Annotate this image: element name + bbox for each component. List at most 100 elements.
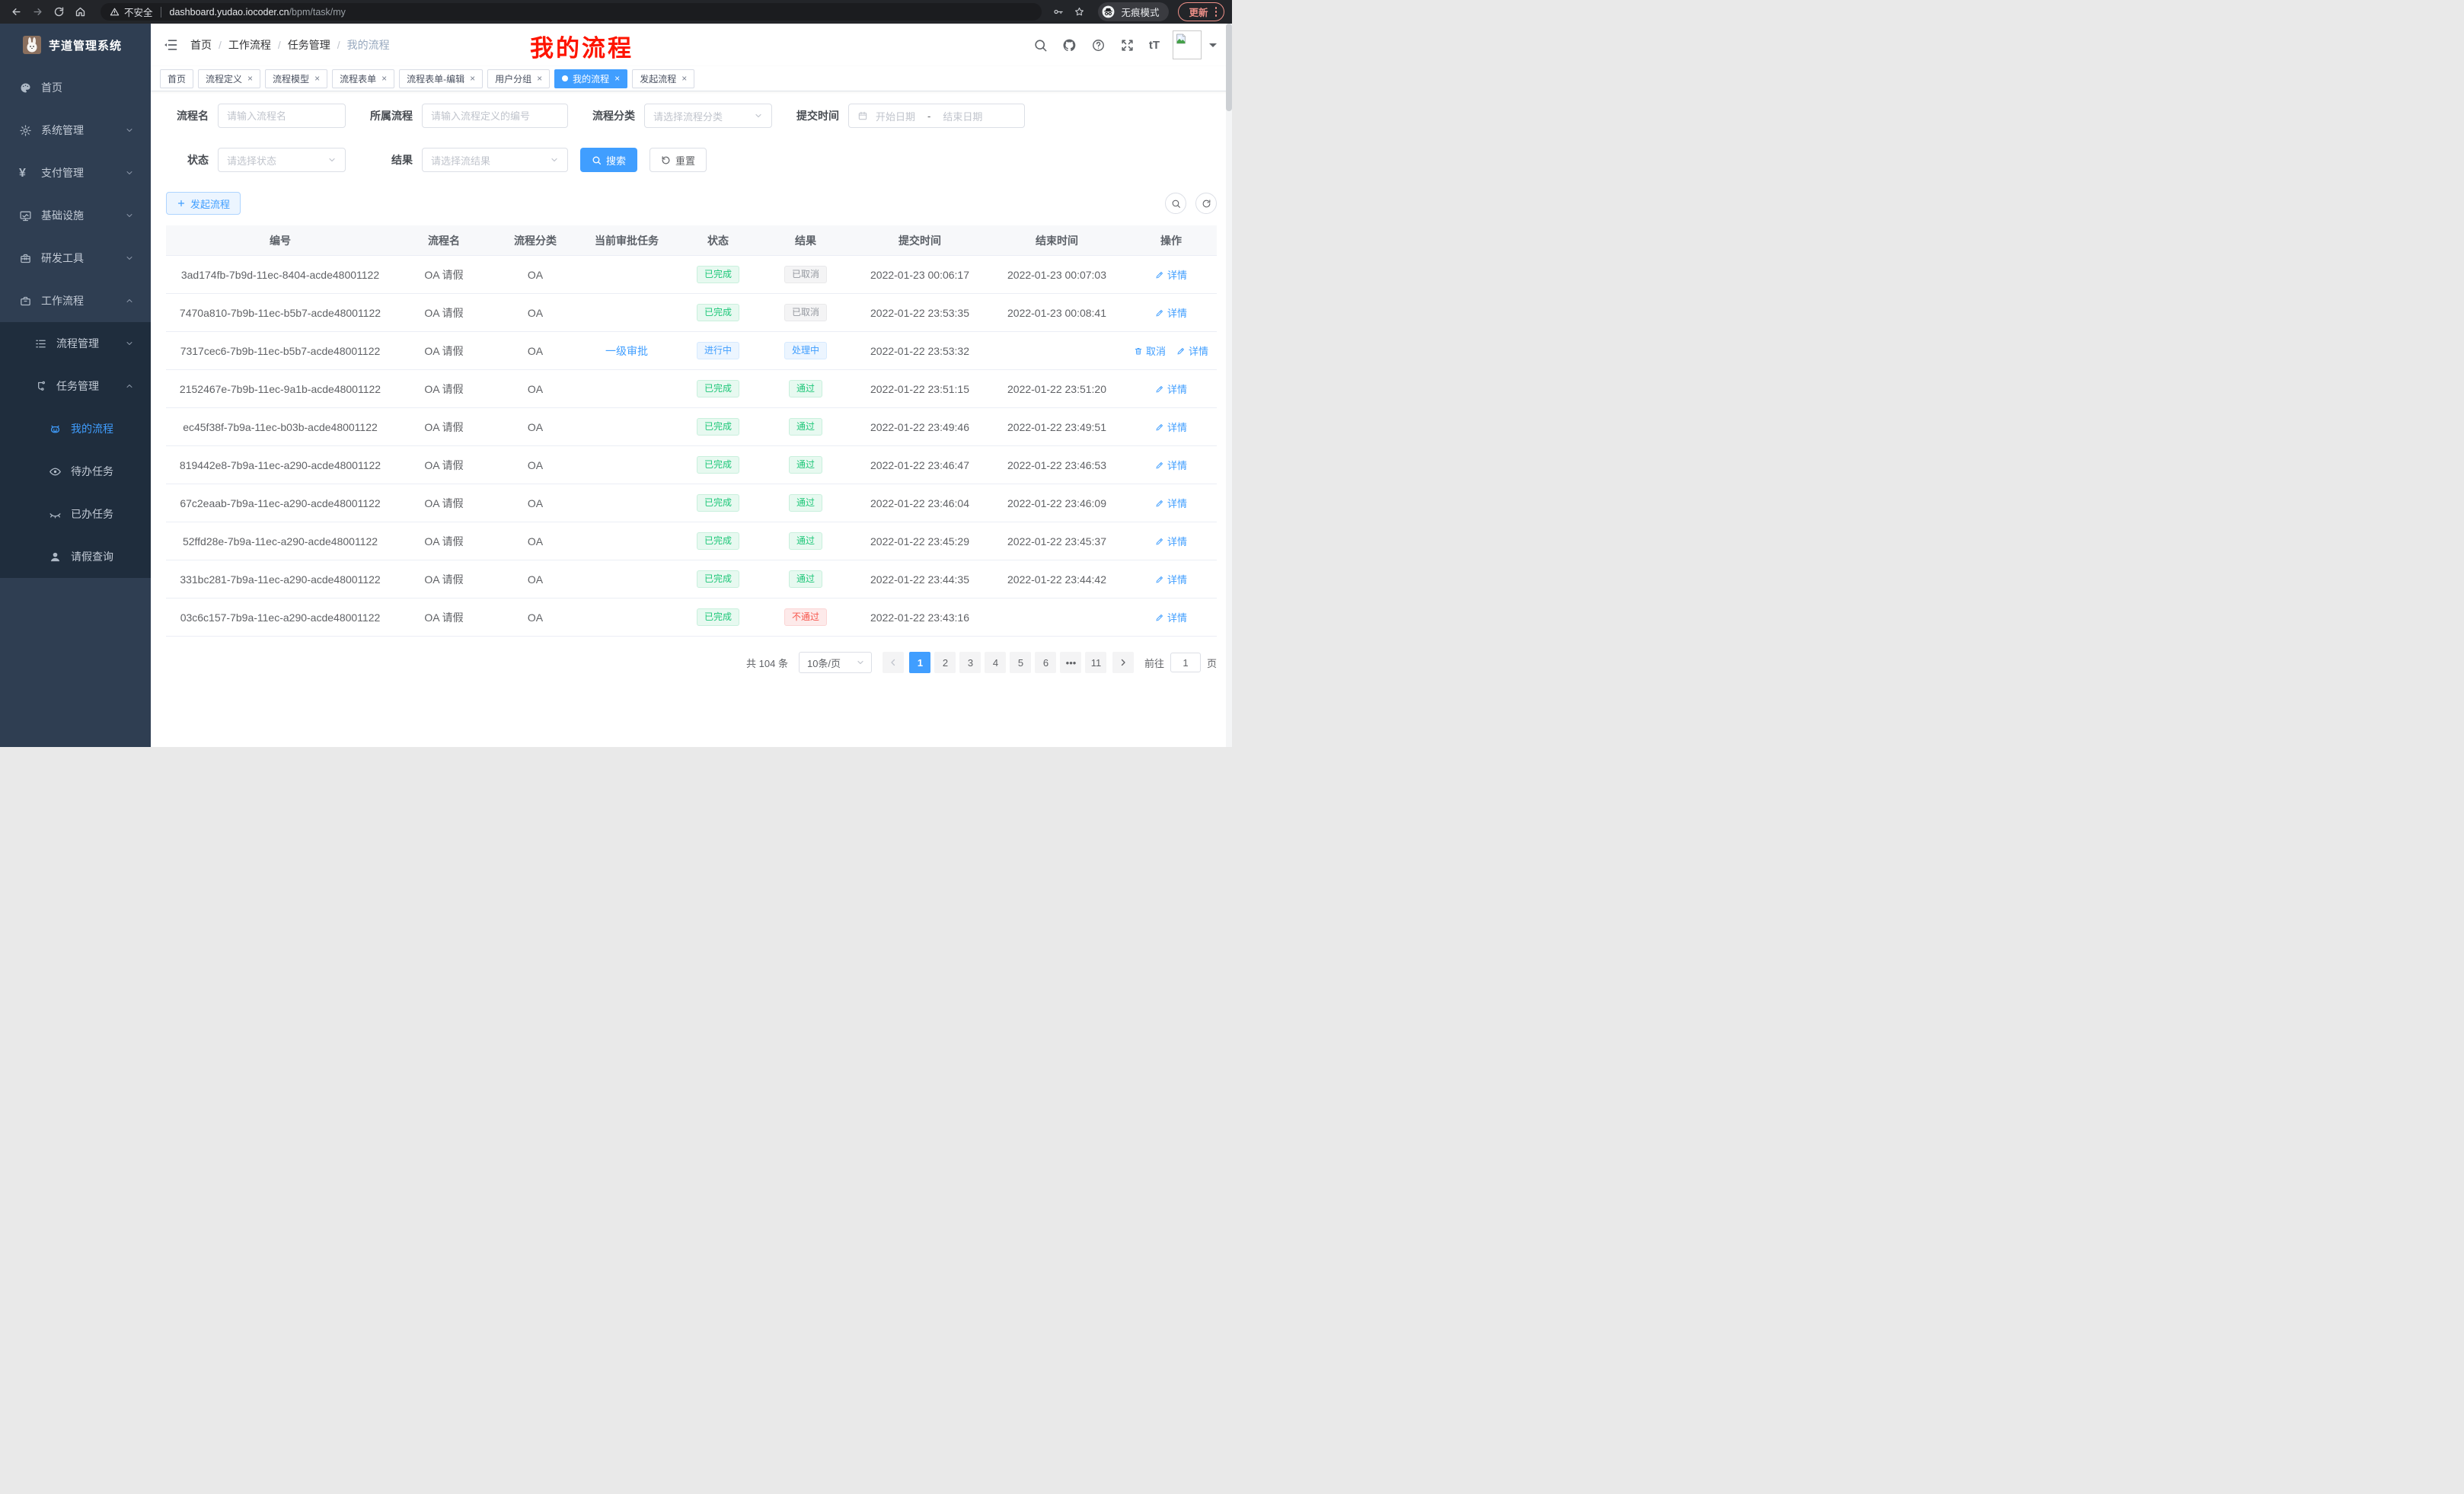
column-header-actions: 操作 bbox=[1125, 233, 1217, 248]
tab-process-form[interactable]: 流程表单× bbox=[332, 69, 394, 88]
close-icon[interactable]: × bbox=[247, 74, 253, 83]
browser-home-icon[interactable] bbox=[72, 4, 88, 21]
update-button[interactable]: 更新 bbox=[1178, 2, 1224, 21]
result-badge: 通过 bbox=[789, 456, 822, 474]
goto-page-input[interactable] bbox=[1170, 653, 1201, 672]
next-page-button[interactable] bbox=[1112, 652, 1134, 673]
tab-start-process[interactable]: 发起流程× bbox=[632, 69, 694, 88]
sidebar-item-infrastructure[interactable]: 基础设施 bbox=[0, 194, 151, 237]
prev-page-button[interactable] bbox=[883, 652, 904, 673]
tab-process-model[interactable]: 流程模型× bbox=[265, 69, 327, 88]
text-size-icon[interactable]: tT bbox=[1149, 38, 1160, 53]
sidebar-item-leave-query[interactable]: 请假查询 bbox=[0, 535, 151, 578]
result-select[interactable]: 请选择流结果 bbox=[422, 148, 568, 172]
breadcrumb-item[interactable]: 任务管理 bbox=[288, 37, 330, 53]
github-icon[interactable] bbox=[1062, 38, 1077, 53]
menu-fold-icon[interactable] bbox=[163, 37, 178, 53]
page-button-4[interactable]: 4 bbox=[985, 652, 1006, 673]
sidebar-item-my-process[interactable]: 我的流程 bbox=[0, 407, 151, 450]
search-button[interactable]: 搜索 bbox=[580, 148, 637, 172]
close-icon[interactable]: × bbox=[381, 74, 387, 83]
close-icon[interactable]: × bbox=[681, 74, 687, 83]
close-icon[interactable]: × bbox=[537, 74, 542, 83]
password-key-icon[interactable] bbox=[1049, 4, 1066, 21]
browser-reload-icon[interactable] bbox=[50, 4, 67, 21]
cancel-link[interactable]: 取消 bbox=[1134, 343, 1166, 358]
scrollbar-thumb[interactable] bbox=[1226, 24, 1232, 111]
start-process-button[interactable]: 发起流程 bbox=[166, 192, 241, 215]
detail-link[interactable]: 详情 bbox=[1155, 610, 1187, 624]
tab-my-process[interactable]: 我的流程× bbox=[554, 69, 627, 88]
status-select[interactable]: 请选择状态 bbox=[218, 148, 346, 172]
sidebar-item-dev-tools[interactable]: 研发工具 bbox=[0, 237, 151, 279]
page-button-6[interactable]: 6 bbox=[1035, 652, 1056, 673]
kebab-menu-icon[interactable] bbox=[1215, 7, 1218, 17]
refresh-icon bbox=[1202, 199, 1211, 209]
page-scrollbar[interactable] bbox=[1226, 24, 1232, 747]
content: 流程名 所属流程 流程分类 请选择流程分类 提交时间 开始日期 - 结束日期 bbox=[151, 91, 1232, 747]
detail-link[interactable]: 详情 bbox=[1155, 381, 1187, 396]
tab-process-form-edit[interactable]: 流程表单-编辑× bbox=[399, 69, 483, 88]
page-button-3[interactable]: 3 bbox=[959, 652, 981, 673]
start-date-placeholder: 开始日期 bbox=[876, 109, 915, 123]
sidebar-item-todo-tasks[interactable]: 待办任务 bbox=[0, 450, 151, 493]
search-icon[interactable] bbox=[1033, 38, 1048, 53]
task-link[interactable]: 一级审批 bbox=[605, 345, 648, 357]
process-name-input[interactable] bbox=[218, 104, 346, 128]
tab-process-definition[interactable]: 流程定义× bbox=[198, 69, 260, 88]
detail-link[interactable]: 详情 bbox=[1155, 458, 1187, 472]
sidebar-item-home[interactable]: 首页 bbox=[0, 66, 151, 109]
refresh-table-button[interactable] bbox=[1195, 193, 1217, 214]
cell-actions: 详情 bbox=[1125, 534, 1217, 548]
tab-user-group[interactable]: 用户分组× bbox=[487, 69, 550, 88]
annotation-text: 我的流程 bbox=[530, 29, 634, 63]
tab-home[interactable]: 首页 bbox=[160, 69, 193, 88]
close-icon[interactable]: × bbox=[314, 74, 320, 83]
detail-link[interactable]: 详情 bbox=[1155, 496, 1187, 510]
address-bar[interactable]: 不安全 dashboard.yudao.iocoder.cn/bpm/task/… bbox=[101, 3, 1042, 21]
sidebar-item-system-management[interactable]: 系统管理 bbox=[0, 109, 151, 152]
sidebar-item-payment-management[interactable]: ¥支付管理 bbox=[0, 152, 151, 194]
avatar-caret-icon[interactable] bbox=[1209, 43, 1217, 51]
incognito-badge: 无痕模式 bbox=[1098, 2, 1169, 21]
sidebar-item-task-management[interactable]: 任务管理 bbox=[0, 365, 151, 407]
help-icon[interactable] bbox=[1091, 38, 1106, 53]
detail-link[interactable]: 详情 bbox=[1176, 343, 1208, 358]
detail-link[interactable]: 详情 bbox=[1155, 305, 1187, 320]
sidebar-item-process-management[interactable]: 流程管理 bbox=[0, 322, 151, 365]
detail-link[interactable]: 详情 bbox=[1155, 267, 1187, 282]
cell-result: 处理中 bbox=[760, 342, 851, 359]
page-button-11[interactable]: 11 bbox=[1085, 652, 1106, 673]
hide-search-button[interactable] bbox=[1165, 193, 1186, 214]
detail-link[interactable]: 详情 bbox=[1155, 534, 1187, 548]
sidebar-item-done-tasks[interactable]: 已办任务 bbox=[0, 493, 151, 535]
sidebar-item-workflow[interactable]: 工作流程 bbox=[0, 279, 151, 322]
detail-link[interactable]: 详情 bbox=[1155, 572, 1187, 586]
fullscreen-icon[interactable] bbox=[1120, 38, 1135, 53]
page-ellipsis[interactable]: ••• bbox=[1060, 652, 1081, 673]
bookmark-star-icon[interactable] bbox=[1071, 4, 1087, 21]
date-separator: - bbox=[927, 110, 930, 122]
browser-forward-icon[interactable] bbox=[29, 4, 46, 21]
parent-process-input[interactable] bbox=[422, 104, 568, 128]
category-select[interactable]: 请选择流程分类 bbox=[644, 104, 772, 128]
page-button-5[interactable]: 5 bbox=[1010, 652, 1031, 673]
page-size-select[interactable]: 10条/页 bbox=[799, 652, 872, 673]
browser-chrome: 不安全 dashboard.yudao.iocoder.cn/bpm/task/… bbox=[0, 0, 1232, 24]
breadcrumb-item[interactable]: 工作流程 bbox=[228, 37, 271, 53]
tabs-bar: 首页流程定义× 流程模型× 流程表单× 流程表单-编辑×用户分组×我的流程× 发起流程× bbox=[151, 66, 1232, 91]
reset-button[interactable]: 重置 bbox=[650, 148, 707, 172]
chevron-down-icon bbox=[856, 658, 865, 667]
breadcrumb-item[interactable]: 首页 bbox=[190, 37, 212, 53]
page-button-1[interactable]: 1 bbox=[909, 652, 930, 673]
detail-link[interactable]: 详情 bbox=[1155, 420, 1187, 434]
close-icon[interactable]: × bbox=[470, 74, 475, 83]
browser-back-icon[interactable] bbox=[8, 4, 24, 21]
table-toolbar: 发起流程 bbox=[166, 192, 1217, 215]
cell-process-name: OA 请假 bbox=[394, 572, 493, 587]
avatar[interactable] bbox=[1173, 30, 1202, 59]
close-icon[interactable]: × bbox=[614, 74, 620, 83]
page-button-2[interactable]: 2 bbox=[934, 652, 956, 673]
status-badge: 已完成 bbox=[697, 494, 739, 512]
submit-time-range-picker[interactable]: 开始日期 - 结束日期 bbox=[848, 104, 1025, 128]
